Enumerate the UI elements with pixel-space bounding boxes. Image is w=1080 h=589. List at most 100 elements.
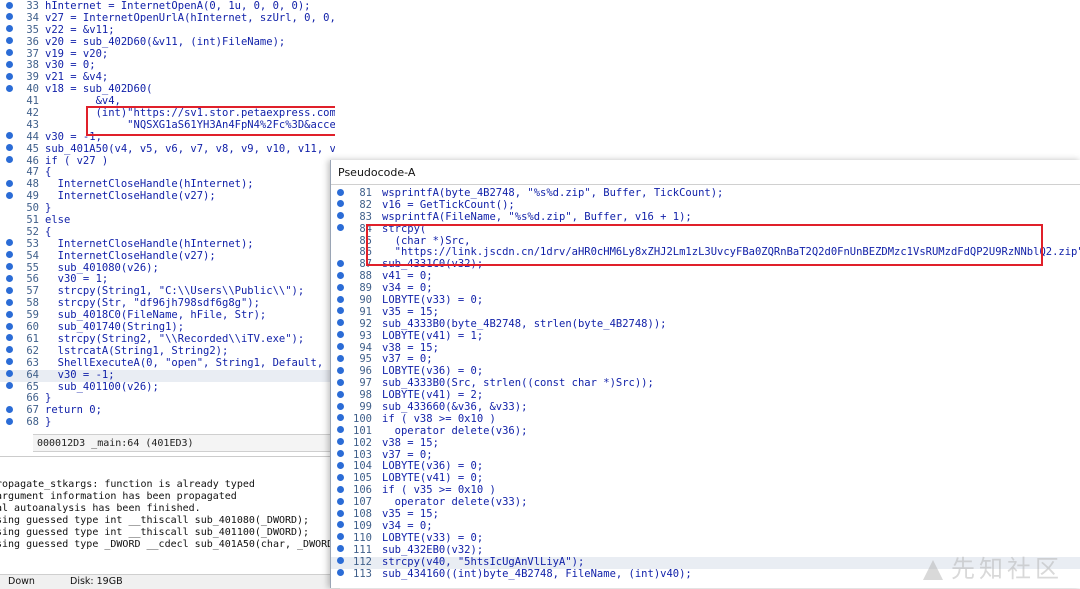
- breakpoint-dot-icon[interactable]: [337, 557, 344, 565]
- line-number: 113: [353, 567, 372, 580]
- breakpoint-dot-icon[interactable]: [6, 298, 13, 306]
- breakpoint-dot-icon[interactable]: [337, 485, 344, 493]
- breakpoint-dot-icon[interactable]: [337, 450, 344, 458]
- breakpoint-dot-icon[interactable]: [337, 509, 344, 517]
- code-line[interactable]: 87 sub_4331C0(v32);: [331, 258, 1080, 271]
- breakpoint-dot-icon[interactable]: [337, 569, 344, 576]
- code-text: strcpy(v40, "5htsIcUgAnVlLiyA");: [382, 555, 585, 568]
- breakpoint-dot-icon[interactable]: [337, 354, 344, 362]
- code-text: v41 = 0;: [382, 270, 433, 283]
- breakpoint-dot-icon[interactable]: [6, 191, 13, 199]
- breakpoint-dot-icon[interactable]: [337, 259, 344, 267]
- breakpoint-dot-icon[interactable]: [337, 438, 344, 446]
- code-line[interactable]: 108 v35 = 15;: [331, 508, 1080, 521]
- breakpoint-dot-icon[interactable]: [337, 497, 344, 505]
- window-title[interactable]: Pseudocode-A: [331, 160, 1080, 185]
- breakpoint-dot-icon[interactable]: [337, 545, 344, 553]
- breakpoint-dot-icon[interactable]: [6, 274, 13, 282]
- code-text: v35 = 15;: [382, 305, 439, 318]
- breakpoint-dot-icon[interactable]: [337, 212, 344, 220]
- breakpoint-dot-icon[interactable]: [337, 533, 344, 541]
- output-lines: ropagate_stkargs: function is already ty…: [0, 479, 335, 551]
- code-line[interactable]: 107 operator delete(v33);: [331, 496, 1080, 509]
- breakpoint-dot-icon[interactable]: [337, 283, 344, 291]
- code-text: LOBYTE(v36) = 0;: [382, 365, 484, 378]
- breakpoint-dot-icon[interactable]: [337, 319, 344, 327]
- breakpoint-dot-icon[interactable]: [337, 426, 344, 434]
- breakpoint-dot-icon[interactable]: [6, 405, 13, 413]
- breakpoint-dot-icon[interactable]: [6, 322, 13, 330]
- code-text: operator delete(v33);: [382, 496, 528, 509]
- code-text: sub_4018C0(FileName, hFile, Str);: [45, 309, 267, 322]
- breakpoint-dot-icon[interactable]: [337, 331, 344, 339]
- breakpoint-dot-icon[interactable]: [337, 188, 344, 196]
- code-text: LOBYTE(v41) = 2;: [382, 389, 484, 402]
- breakpoint-dot-icon[interactable]: [337, 378, 344, 386]
- code-line[interactable]: 101 operator delete(v36);: [331, 425, 1080, 438]
- breakpoint-dot-icon[interactable]: [6, 25, 13, 33]
- breakpoint-dot-icon[interactable]: [6, 1, 13, 9]
- code-text: sub_432EB0(v32);: [382, 543, 484, 556]
- breakpoint-dot-icon[interactable]: [337, 473, 344, 481]
- pseudocode-a-window[interactable]: Pseudocode-A 81 wsprintfA(byte_4B2748, "%…: [330, 160, 1080, 588]
- breakpoint-dot-icon[interactable]: [6, 239, 13, 247]
- breakpoint-dot-icon[interactable]: [337, 366, 344, 374]
- breakpoint-dot-icon[interactable]: [337, 295, 344, 303]
- output-window[interactable]: ropagate_stkargs: function is already ty…: [0, 456, 335, 575]
- breakpoint-dot-icon[interactable]: [6, 156, 13, 164]
- code-text: v19 = v20;: [45, 47, 109, 60]
- breakpoint-dot-icon[interactable]: [6, 49, 13, 57]
- breakpoint-dot-icon[interactable]: [6, 417, 13, 425]
- breakpoint-dot-icon[interactable]: [6, 334, 13, 342]
- breakpoint-dot-icon[interactable]: [6, 346, 13, 354]
- breakpoint-dot-icon[interactable]: [6, 144, 13, 152]
- bottom-status-bar: Down Disk: 19GB: [0, 574, 340, 589]
- left-pseudocode-pane[interactable]: 33 hInternet = InternetOpenA(0, 1u, 0, 0,…: [0, 0, 335, 452]
- code-line[interactable]: 93 LOBYTE(v41) = 1;: [331, 329, 1080, 343]
- breakpoint-dot-icon[interactable]: [337, 200, 344, 208]
- code-line[interactable]: 94 v38 = 15;: [331, 342, 1080, 355]
- breakpoint-dot-icon[interactable]: [6, 37, 13, 45]
- breakpoint-dot-icon[interactable]: [337, 307, 344, 315]
- code-line[interactable]: 68}: [0, 416, 335, 429]
- breakpoint-dot-icon[interactable]: [337, 224, 344, 232]
- breakpoint-dot-icon[interactable]: [337, 461, 344, 469]
- breakpoint-dot-icon[interactable]: [337, 414, 344, 422]
- line-number: 93: [359, 329, 372, 342]
- code-line[interactable]: 88 v41 = 0;: [331, 270, 1080, 283]
- code-line[interactable]: 83 wsprintfA(FileName, "%s%d.zip", Buffer…: [331, 211, 1080, 224]
- breakpoint-dot-icon[interactable]: [6, 84, 13, 92]
- code-text: sub_401080(v26);: [45, 261, 159, 274]
- code-text: wsprintfA(byte_4B2748, "%s%d.zip", Buffe…: [382, 187, 724, 199]
- breakpoint-dot-icon[interactable]: [6, 358, 13, 366]
- breakpoint-dot-icon[interactable]: [337, 402, 344, 410]
- code-text: sub_4331C0(v32);: [382, 258, 484, 271]
- breakpoint-dot-icon[interactable]: [6, 370, 13, 378]
- breakpoint-dot-icon[interactable]: [337, 390, 344, 398]
- breakpoint-dot-icon[interactable]: [6, 179, 13, 187]
- breakpoint-dot-icon[interactable]: [337, 271, 344, 279]
- breakpoint-dot-icon[interactable]: [6, 310, 13, 318]
- code-text: sub_401740(String1);: [45, 321, 185, 334]
- code-line[interactable]: 90 LOBYTE(v33) = 0;: [331, 294, 1080, 307]
- code-text: strcpy(String2, "\\Recorded\\iTV.exe");: [45, 332, 305, 345]
- code-text: sub_401100(v26);: [45, 380, 159, 393]
- breakpoint-dot-icon[interactable]: [6, 251, 13, 259]
- breakpoint-dot-icon[interactable]: [337, 343, 344, 351]
- code-text: sub_433660(&v36, &v33);: [382, 401, 528, 414]
- breakpoint-dot-icon[interactable]: [6, 263, 13, 271]
- output-line: argument information has been propagated: [0, 491, 237, 502]
- breakpoint-dot-icon[interactable]: [337, 521, 344, 529]
- code-text: v34 = 0;: [382, 282, 433, 295]
- code-text: ShellExecuteA(0, "open", String1, Defaul…: [57, 356, 335, 369]
- breakpoint-dot-icon[interactable]: [6, 60, 13, 68]
- breakpoint-dot-icon[interactable]: [6, 382, 13, 389]
- breakpoint-dot-icon[interactable]: [6, 13, 13, 21]
- code-text: InternetCloseHandle(hInternet);: [45, 178, 254, 191]
- code-line[interactable]: 102 v38 = 15;: [331, 437, 1080, 450]
- breakpoint-dot-icon[interactable]: [6, 72, 13, 80]
- code-text: return 0;: [45, 404, 102, 417]
- breakpoint-dot-icon[interactable]: [6, 132, 13, 140]
- code-text: {: [45, 225, 52, 238]
- breakpoint-dot-icon[interactable]: [6, 286, 13, 294]
